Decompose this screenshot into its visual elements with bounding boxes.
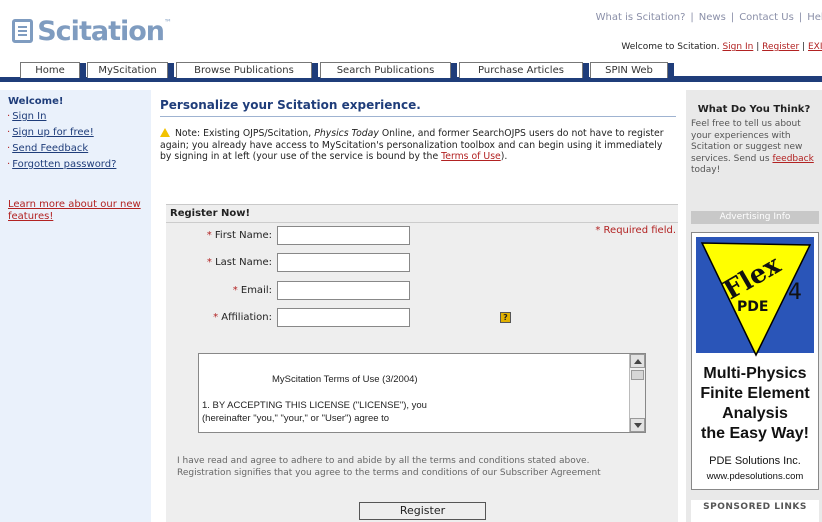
sign-in-link[interactable]: Sign In: [722, 42, 753, 52]
top-links: What is Scitation?|News|Contact Us|Help: [596, 12, 822, 23]
trademark-mark: ™: [164, 18, 172, 27]
terms-of-use-textarea[interactable]: MyScitation Terms of Use (3/2004) 1. BY …: [198, 353, 646, 433]
learn-more-link-line2[interactable]: features!: [8, 211, 53, 222]
scitation-logo[interactable]: Scitation ™: [12, 14, 172, 48]
required-field-note: * Required field.: [595, 225, 676, 236]
forgotten-password-link[interactable]: Forgotten password?: [12, 159, 116, 170]
sign-up-link[interactable]: Sign up for free!: [12, 127, 94, 138]
register-link[interactable]: Register: [762, 42, 799, 52]
send-feedback-link[interactable]: Send Feedback: [12, 143, 88, 154]
ad-line-1: Multi-Physics: [703, 365, 807, 382]
contact-us-link[interactable]: Contact Us: [739, 12, 794, 23]
logo-text: Scitation: [37, 15, 165, 47]
ad-company: PDE Solutions Inc.: [709, 455, 801, 467]
sign-in-sidebar-link[interactable]: Sign In: [12, 111, 46, 122]
tabs-rule-end: [669, 76, 822, 82]
help-link[interactable]: Help: [807, 12, 822, 23]
first-name-input[interactable]: [277, 225, 410, 245]
email-row: * Email:: [176, 280, 410, 300]
terms-of-use-link[interactable]: Terms of Use: [441, 151, 501, 162]
what-is-scitation-link[interactable]: What is Scitation?: [596, 12, 686, 23]
sidebar-welcome: Welcome!: [8, 96, 64, 107]
affiliation-label: Affiliation:: [221, 311, 272, 323]
terms-title: MyScitation Terms of Use (3/2004): [272, 374, 418, 385]
welcome-bar: Welcome to Scitation. Sign In | Register…: [621, 42, 822, 52]
feedback-text: Feel free to tell us about your experien…: [691, 119, 814, 175]
ad-line-2: Finite Element: [700, 385, 810, 402]
ad-url: www.pdesolutions.com: [706, 471, 804, 482]
register-button[interactable]: Register: [359, 502, 486, 520]
first-name-label: First Name:: [214, 229, 272, 241]
page-title: Personalize your Scitation experience.: [160, 90, 676, 117]
ad-line-3: Analysis: [722, 405, 788, 422]
sponsored-links-heading: SPONSORED LINKS: [691, 500, 819, 522]
advertising-info-link[interactable]: Advertising Info: [691, 211, 819, 224]
tab-browse-publications[interactable]: Browse Publications: [176, 62, 318, 79]
feedback-heading: What Do You Think?: [697, 104, 811, 115]
tab-search-publications[interactable]: Search Publications: [320, 62, 457, 79]
ad-pde-text: PDE: [737, 299, 768, 315]
left-sidebar: Welcome! Sign In Sign up for free! Send …: [0, 90, 151, 522]
email-label: Email:: [240, 284, 272, 296]
affiliation-input[interactable]: [277, 307, 410, 327]
scroll-thumb[interactable]: [631, 370, 644, 380]
scroll-up-arrow-icon[interactable]: [630, 354, 645, 368]
registration-form: Register Now! * Required field. * First …: [166, 204, 678, 522]
email-input[interactable]: [277, 280, 410, 300]
register-now-heading: Register Now!: [166, 205, 678, 223]
terms-text-line1: 1. BY ACCEPTING THIS LICENSE ("LICENSE")…: [202, 400, 427, 411]
news-link[interactable]: News: [699, 12, 726, 23]
existing-user-note: Note: Existing OJPS/Scitation, Physics T…: [160, 128, 664, 162]
document-icon: [12, 19, 34, 43]
terms-scrollbar[interactable]: [629, 354, 645, 432]
last-name-input[interactable]: [277, 252, 410, 272]
terms-text-line2: (hereinafter "you," "your," or "User") a…: [202, 413, 390, 424]
scroll-down-arrow-icon[interactable]: [630, 418, 645, 432]
ad-line-4: the Easy Way!: [701, 425, 809, 442]
right-sidebar: What Do You Think? Feel free to tell us …: [686, 90, 822, 522]
help-icon[interactable]: ?: [500, 312, 511, 323]
sidebar-item-forgotten-password: Forgotten password?: [7, 159, 151, 171]
last-name-label: Last Name:: [215, 256, 272, 268]
tab-purchase-articles[interactable]: Purchase Articles: [459, 62, 589, 79]
flexpde-advertisement[interactable]: Flex PDE 4 Multi-Physics Finite Element …: [691, 232, 819, 490]
first-name-row: * First Name:: [176, 225, 410, 245]
sidebar-item-sign-up: Sign up for free!: [7, 127, 151, 139]
tab-home[interactable]: Home: [20, 62, 86, 79]
warning-icon: [160, 128, 170, 137]
sidebar-menu: Sign In Sign up for free! Send Feedback …: [0, 111, 151, 171]
affiliation-row: * Affiliation:: [176, 307, 410, 327]
ad-version-text: 4: [788, 280, 802, 305]
tab-myscitation[interactable]: MyScitation: [87, 62, 174, 79]
sidebar-item-sign-in: Sign In: [7, 111, 151, 123]
tab-spin-web[interactable]: SPIN Web: [590, 62, 674, 79]
main-content: Personalize your Scitation experience. N…: [160, 90, 680, 522]
main-nav-tabs: Home MyScitation Browse Publications Sea…: [0, 60, 822, 82]
learn-more: Learn more about our new features!: [8, 199, 151, 223]
learn-more-link-line1[interactable]: Learn more about our new: [8, 199, 141, 210]
exit-link[interactable]: EXIT: [808, 42, 822, 52]
last-name-row: * Last Name:: [176, 252, 410, 272]
sidebar-item-feedback: Send Feedback: [7, 143, 151, 155]
flexpde-logo-graphic: Flex PDE 4: [692, 233, 818, 363]
agreement-text: I have read and agree to adhere to and a…: [177, 456, 601, 478]
feedback-link[interactable]: feedback: [772, 154, 813, 164]
welcome-text: Welcome to Scitation.: [621, 42, 720, 52]
